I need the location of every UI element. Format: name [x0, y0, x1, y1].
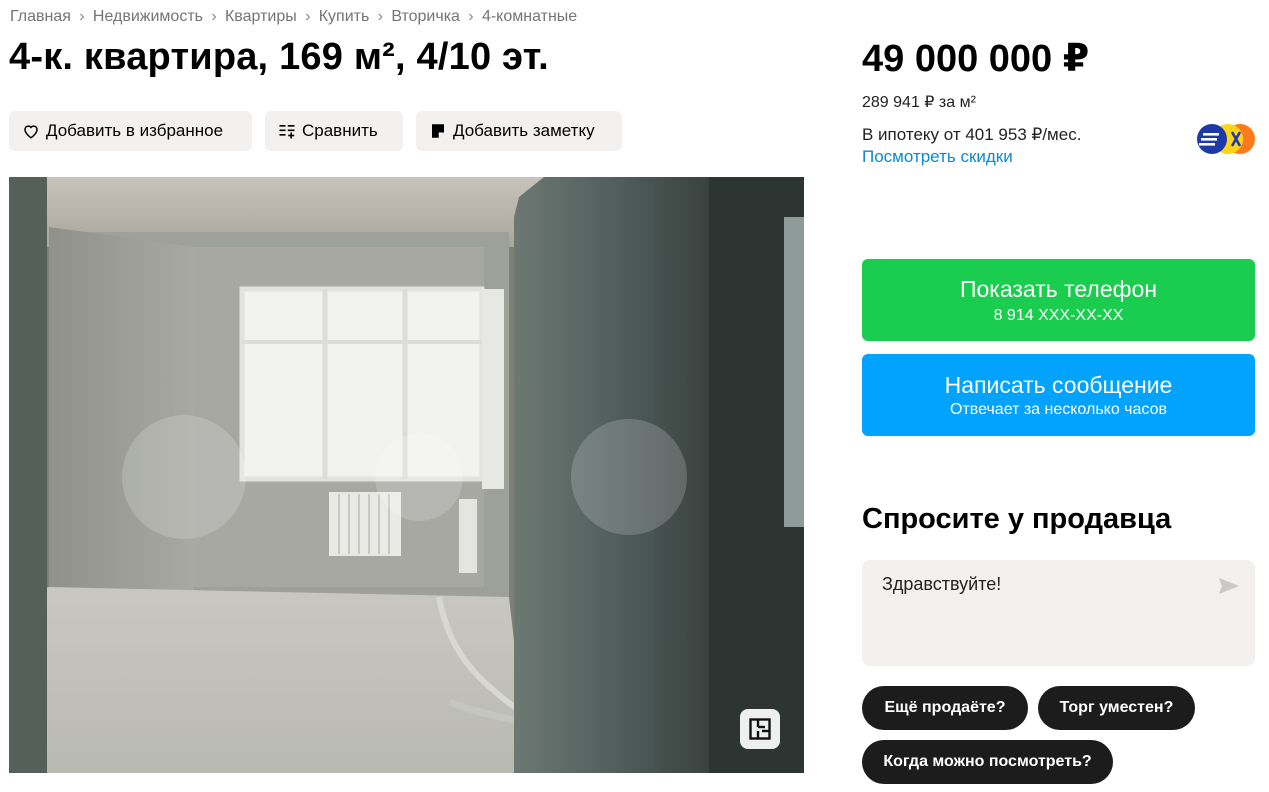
phone-number: 8 914 XXX-XX-XX: [993, 306, 1124, 324]
note-icon: [429, 122, 447, 140]
compare-button[interactable]: Сравнить: [265, 111, 403, 151]
chevron-right-icon: ›: [468, 8, 474, 25]
compare-icon: [278, 122, 296, 140]
listing-actions: Добавить в избранное Сравнить Добавить з…: [9, 111, 622, 151]
mortgage-info: В ипотеку от 401 953 ₽/мес.: [862, 125, 1082, 144]
page-title: 4-к. квартира, 169 м², 4/10 эт.: [9, 36, 549, 78]
add-note-button[interactable]: Добавить заметку: [416, 111, 622, 151]
breadcrumb-item-buy[interactable]: Купить: [319, 8, 370, 26]
chevron-right-icon: ›: [305, 8, 311, 25]
show-phone-label: Показать телефон: [959, 275, 1158, 302]
bank-logo-icon[interactable]: [1196, 122, 1256, 156]
apartment-interior-image: [9, 177, 804, 773]
breadcrumb-item-secondary[interactable]: Вторичка: [391, 8, 460, 26]
breadcrumb-item-apartments[interactable]: Квартиры: [225, 8, 297, 26]
add-note-label: Добавить заметку: [453, 121, 595, 140]
compare-label: Сравнить: [302, 121, 378, 140]
heart-icon: [22, 122, 40, 140]
add-to-favorites-label: Добавить в избранное: [46, 121, 224, 140]
floor-plan-button[interactable]: [740, 709, 780, 749]
discounts-link[interactable]: Посмотреть скидки: [862, 147, 1013, 167]
breadcrumb: Главная › Недвижимость › Квартиры › Купи…: [10, 8, 577, 26]
floor-plan-icon: [748, 717, 772, 741]
chevron-right-icon: ›: [79, 8, 85, 25]
quick-reply-when-to-view[interactable]: Когда можно посмотреть?: [862, 740, 1113, 784]
add-to-favorites-button[interactable]: Добавить в избранное: [9, 111, 252, 151]
write-message-label: Написать сообщение: [944, 371, 1173, 398]
price-per-m2: 289 941 ₽ за м²: [862, 94, 976, 111]
ask-seller-input[interactable]: Здравствуйте!: [862, 560, 1255, 666]
write-message-button[interactable]: Написать сообщение Отвечает за несколько…: [862, 354, 1255, 436]
send-icon[interactable]: [1217, 574, 1241, 598]
quick-reply-bargain[interactable]: Торг уместен?: [1038, 686, 1195, 730]
listing-photo[interactable]: [9, 177, 804, 773]
quick-reply-still-selling[interactable]: Ещё продаёте?: [862, 686, 1028, 730]
chevron-right-icon: ›: [211, 8, 217, 25]
breadcrumb-item-4-rooms[interactable]: 4-комнатные: [482, 8, 577, 26]
breadcrumb-item-realty[interactable]: Недвижимость: [93, 8, 203, 26]
price: 49 000 000 ₽: [862, 38, 1090, 80]
breadcrumb-item-home[interactable]: Главная: [10, 8, 71, 26]
chevron-right-icon: ›: [377, 8, 383, 25]
response-time: Отвечает за несколько часов: [950, 400, 1167, 418]
show-phone-button[interactable]: Показать телефон 8 914 XXX-XX-XX: [862, 259, 1255, 341]
ask-seller-message: Здравствуйте!: [882, 574, 1002, 594]
ask-seller-title: Спросите у продавца: [862, 503, 1172, 535]
